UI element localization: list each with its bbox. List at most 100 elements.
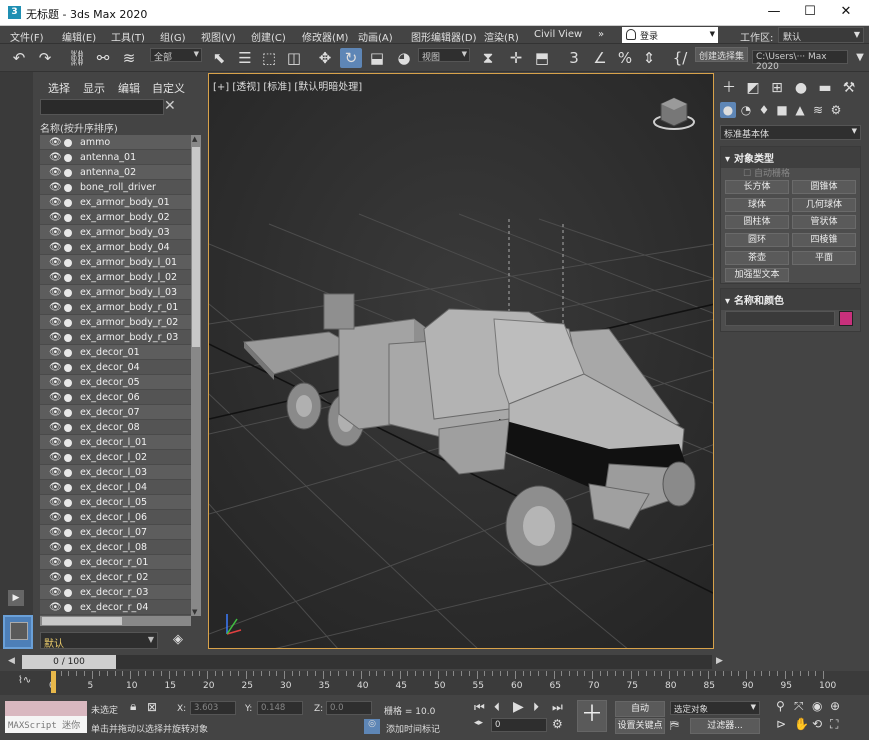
zoom-extents-all-icon[interactable]: ⊕ <box>830 699 840 713</box>
pan-icon[interactable]: ✋ <box>794 717 809 731</box>
horizontal-scrollbar[interactable] <box>40 616 191 626</box>
object-type-header[interactable]: ▾ 对象类型 <box>721 147 860 168</box>
eye-icon[interactable]: 👁︎ <box>49 390 62 405</box>
list-item[interactable]: 👁︎ ex_decor_07 <box>40 405 191 420</box>
window-crossing-icon[interactable]: ◫ <box>283 48 305 68</box>
eye-icon[interactable]: 👁︎ <box>49 165 62 180</box>
list-item[interactable]: 👁︎ ex_armor_body_l_02 <box>40 270 191 285</box>
menu-rendering[interactable]: 渲染(R) <box>484 29 519 44</box>
list-item[interactable]: 👁︎ antenna_01 <box>40 150 191 165</box>
zoom-all-icon[interactable]: ⤧ <box>794 699 804 714</box>
object-color-swatch[interactable] <box>839 311 853 326</box>
list-item[interactable]: 👁︎ ex_decor_08 <box>40 420 191 435</box>
scene-search-input[interactable] <box>40 99 164 115</box>
lights-icon[interactable]: ♦ <box>756 102 772 118</box>
list-item[interactable]: 👁︎ ammo <box>40 135 191 150</box>
go-to-start-icon[interactable]: ⏮ <box>474 700 485 715</box>
list-item[interactable]: 👁︎ ex_armor_body_04 <box>40 240 191 255</box>
sphere-button[interactable]: 球体 <box>725 198 789 212</box>
list-item[interactable]: 👁︎ ex_decor_r_04 <box>40 600 191 615</box>
maximize-button[interactable]: ☐ <box>795 4 825 19</box>
selection-filter-dropdown[interactable]: 全部 ▼ <box>150 48 202 63</box>
helpers-icon[interactable]: ▲ <box>792 102 808 118</box>
list-item[interactable]: 👁︎ ex_decor_r_03 <box>40 585 191 600</box>
eye-icon[interactable]: 👁︎ <box>49 465 62 480</box>
space-warps-icon[interactable]: ≋ <box>810 102 826 118</box>
text-plus-button[interactable]: 加强型文本 <box>725 268 789 282</box>
login-dropdown[interactable]: 登录 ▼ <box>622 27 718 43</box>
zoom-icon[interactable]: ⚲ <box>776 699 785 713</box>
eye-icon[interactable]: 👁︎ <box>49 360 62 375</box>
timeline-ruler[interactable]: 0510152025303540455055606570758085909510… <box>0 671 869 695</box>
eye-icon[interactable]: 👁︎ <box>49 510 62 525</box>
unlink-icon[interactable]: ⚯ <box>92 48 114 68</box>
eye-icon[interactable]: 👁︎ <box>49 570 62 585</box>
eye-icon[interactable]: 👁︎ <box>49 525 62 540</box>
list-item[interactable]: 👁︎ ex_decor_l_04 <box>40 480 191 495</box>
eye-icon[interactable]: 👁︎ <box>49 240 62 255</box>
list-item[interactable]: 👁︎ ex_armor_body_l_01 <box>40 255 191 270</box>
time-slider-thumb[interactable]: 0 / 100 <box>22 655 116 669</box>
create-tab-icon[interactable]: ＋ <box>720 79 738 97</box>
eye-icon[interactable]: 👁︎ <box>49 330 62 345</box>
eye-icon[interactable]: 👁︎ <box>49 375 62 390</box>
eye-icon[interactable]: 👁︎ <box>49 255 62 270</box>
tab-select[interactable]: 选择 <box>48 80 70 96</box>
keyboard-shortcut-icon[interactable]: ⬒ <box>531 48 553 68</box>
menu-create[interactable]: 创建(C) <box>251 29 286 44</box>
redo-icon[interactable]: ↷ <box>34 48 56 68</box>
previous-frame-icon[interactable]: ⏴ <box>494 700 500 715</box>
list-item[interactable]: 👁︎ bone_roll_driver <box>40 180 191 195</box>
eye-icon[interactable]: 👁︎ <box>49 210 62 225</box>
maxscript-listener[interactable] <box>5 701 87 716</box>
select-manipulate-icon[interactable]: ✛ <box>505 48 527 68</box>
curve-editor-icon[interactable]: ⌇∿ <box>18 675 31 686</box>
edit-named-sets-icon[interactable]: {/ <box>669 48 691 68</box>
viewport-label[interactable]: [+] [透视] [标准] [默认明暗处理] <box>213 78 362 93</box>
auto-key-button[interactable]: 自动 <box>615 701 665 717</box>
list-item[interactable]: 👁︎ ex_armor_body_01 <box>40 195 191 210</box>
list-item[interactable]: 👁︎ ex_decor_01 <box>40 345 191 360</box>
eye-icon[interactable]: 👁︎ <box>49 495 62 510</box>
list-item[interactable]: 👁︎ ex_armor_body_l_03 <box>40 285 191 300</box>
pivot-center-icon[interactable]: ⧗ <box>477 48 499 68</box>
key-mode-icon[interactable]: ◂▸ <box>474 718 483 728</box>
tube-button[interactable]: 管状体 <box>792 215 856 229</box>
layer-manager-icon[interactable]: ◈ <box>173 632 191 650</box>
cone-button[interactable]: 圆锥体 <box>792 180 856 194</box>
minimize-button[interactable]: — <box>759 4 789 19</box>
eye-icon[interactable]: 👁︎ <box>49 225 62 240</box>
name-column-header[interactable]: 名称(按升序排序) <box>40 120 118 135</box>
chevron-left-icon[interactable]: ◀ <box>8 656 15 666</box>
link-icon[interactable]: ⛓ <box>66 48 88 68</box>
chevron-right-icon[interactable]: ▶ <box>716 656 723 666</box>
chevron-down-icon[interactable]: ▼ <box>192 608 197 616</box>
list-item[interactable]: 👁︎ ex_armor_body_03 <box>40 225 191 240</box>
project-path-dropdown[interactable]: C:\Users\··· Max 2020 <box>752 50 848 72</box>
rotate-icon[interactable]: ↻ <box>340 48 362 68</box>
add-time-tag[interactable]: 添加时间标记 <box>386 722 440 735</box>
pyramid-button[interactable]: 四棱锥 <box>792 233 856 247</box>
time-slider[interactable]: 0 / 100 <box>22 655 712 669</box>
move-icon[interactable]: ✥ <box>314 48 336 68</box>
orbit-icon[interactable]: ⟲ <box>812 717 822 731</box>
menu-modifiers[interactable]: 修改器(M) <box>302 29 348 44</box>
zoom-extents-icon[interactable]: ◉ <box>812 699 822 713</box>
go-to-end-icon[interactable]: ⏭ <box>552 700 563 715</box>
motion-tab-icon[interactable]: ● <box>792 79 810 97</box>
autogrid-checkbox[interactable]: ☐ 自动栅格 <box>743 166 790 179</box>
cameras-icon[interactable]: ■ <box>774 102 790 118</box>
eye-icon[interactable]: 👁︎ <box>49 285 62 300</box>
cylinder-button[interactable]: 圆柱体 <box>725 215 789 229</box>
menu-group[interactable]: 组(G) <box>160 29 186 44</box>
eye-icon[interactable]: 👁︎ <box>49 405 62 420</box>
systems-icon[interactable]: ⚙ <box>828 102 844 118</box>
perspective-viewport[interactable]: [+] [透视] [标准] [默认明暗处理] <box>208 73 714 649</box>
create-selection-set-button[interactable]: 创建选择集 <box>695 47 749 62</box>
set-key-button[interactable]: 设置关键点 <box>615 718 665 734</box>
object-category-dropdown[interactable]: 标准基本体 ▼ <box>720 125 861 140</box>
y-coordinate-input[interactable]: 0.148 <box>257 701 303 715</box>
list-item[interactable]: 👁︎ ex_armor_body_r_02 <box>40 315 191 330</box>
place-icon[interactable]: ◕ <box>393 48 415 68</box>
vertical-scrollbar[interactable]: ▲ ▼ <box>191 135 201 616</box>
